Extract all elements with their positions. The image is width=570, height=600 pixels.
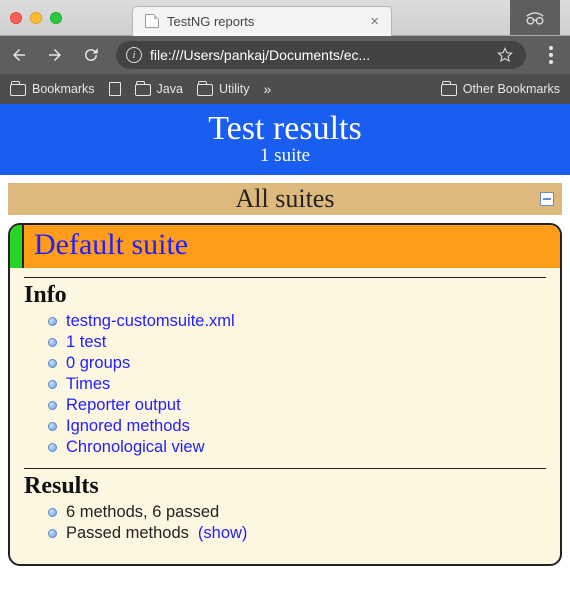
window-minimize-button[interactable] (30, 12, 42, 24)
results-heading: Results (24, 473, 546, 500)
divider (24, 468, 546, 469)
bookmark-java[interactable]: Java (135, 82, 183, 96)
bullet-icon (48, 443, 57, 452)
link-text: 0 groups (66, 354, 130, 373)
bookmarks-overflow-icon[interactable]: » (264, 81, 270, 97)
incognito-icon (510, 0, 560, 35)
suite-panel: Default suite Info testng-customsuite.xm… (8, 223, 562, 566)
bookmark-label: Utility (219, 82, 250, 96)
page-header: Test results 1 suite (0, 104, 570, 175)
link-text: Ignored methods (66, 417, 190, 436)
other-bookmarks[interactable]: Other Bookmarks (441, 82, 560, 96)
link-text: Reporter output (66, 396, 181, 415)
link-text: Chronological view (66, 438, 205, 457)
bullet-icon (48, 529, 57, 538)
suite-status-bar (10, 225, 24, 268)
bullet-icon (48, 338, 57, 347)
bookmark-label: Other Bookmarks (463, 82, 560, 96)
info-heading: Info (24, 282, 546, 309)
results-passed-row: Passed methods (show) (48, 523, 546, 544)
window-controls (10, 12, 62, 24)
info-link-reporter[interactable]: Reporter output (48, 395, 546, 416)
forward-button[interactable] (44, 44, 66, 66)
tab-close-icon[interactable]: × (370, 14, 379, 29)
page-content: All suites Default suite Info testng-cus… (0, 175, 570, 576)
folder-icon (197, 84, 213, 96)
show-link[interactable]: (show) (198, 524, 248, 543)
bookmark-label: Java (157, 82, 183, 96)
info-icon[interactable]: i (126, 47, 142, 63)
reload-button[interactable] (80, 44, 102, 66)
url-bar[interactable]: i file:///Users/pankaj/Documents/ec... (116, 41, 526, 69)
suite-header: Default suite (10, 225, 560, 268)
bullet-icon (48, 401, 57, 410)
bookmark-item[interactable] (109, 82, 121, 96)
url-text: file:///Users/pankaj/Documents/ec... (150, 47, 370, 63)
bullet-icon (48, 508, 57, 517)
window-maximize-button[interactable] (50, 12, 62, 24)
bullet-icon (48, 380, 57, 389)
browser-toolbar: i file:///Users/pankaj/Documents/ec... (0, 36, 570, 74)
link-text: Times (66, 375, 110, 394)
page-title: Test results (0, 110, 570, 148)
results-text: Passed methods (66, 524, 189, 543)
info-link-xml[interactable]: testng-customsuite.xml (48, 311, 546, 332)
results-list: 6 methods, 6 passed Passed methods (show… (48, 502, 546, 544)
page-subtitle: 1 suite (0, 145, 570, 167)
bookmark-star-icon[interactable] (494, 44, 516, 66)
window-close-button[interactable] (10, 12, 22, 24)
folder-icon (10, 84, 26, 96)
info-link-groups[interactable]: 0 groups (48, 353, 546, 374)
bullet-icon (48, 359, 57, 368)
folder-icon (135, 84, 151, 96)
back-button[interactable] (8, 44, 30, 66)
suite-title-link[interactable]: Default suite (24, 225, 198, 268)
suite-body: Info testng-customsuite.xml 1 test 0 gro… (10, 268, 560, 564)
all-suites-label: All suites (236, 184, 335, 214)
results-text: 6 methods, 6 passed (66, 503, 219, 522)
info-link-ignored[interactable]: Ignored methods (48, 416, 546, 437)
bookmark-page-icon (109, 82, 121, 96)
info-link-tests[interactable]: 1 test (48, 332, 546, 353)
collapse-icon[interactable] (540, 192, 554, 206)
results-summary: 6 methods, 6 passed (48, 502, 546, 523)
tab-title: TestNG reports (167, 14, 254, 29)
info-list: testng-customsuite.xml 1 test 0 groups T… (48, 311, 546, 458)
divider (24, 277, 546, 278)
bookmarks-folder[interactable]: Bookmarks (10, 82, 95, 96)
folder-icon (441, 84, 457, 96)
info-link-times[interactable]: Times (48, 374, 546, 395)
browser-tab[interactable]: TestNG reports × (132, 6, 392, 36)
all-suites-bar: All suites (8, 183, 562, 215)
info-link-chrono[interactable]: Chronological view (48, 437, 546, 458)
page-icon (145, 14, 159, 28)
link-text: testng-customsuite.xml (66, 312, 235, 331)
bullet-icon (48, 422, 57, 431)
bookmarks-label: Bookmarks (32, 82, 95, 96)
bullet-icon (48, 317, 57, 326)
bookmarks-bar: Bookmarks Java Utility » Other Bookmarks (0, 74, 570, 104)
bookmark-utility[interactable]: Utility (197, 82, 250, 96)
window-titlebar: TestNG reports × (0, 0, 570, 36)
menu-button[interactable] (540, 44, 562, 66)
link-text: 1 test (66, 333, 106, 352)
